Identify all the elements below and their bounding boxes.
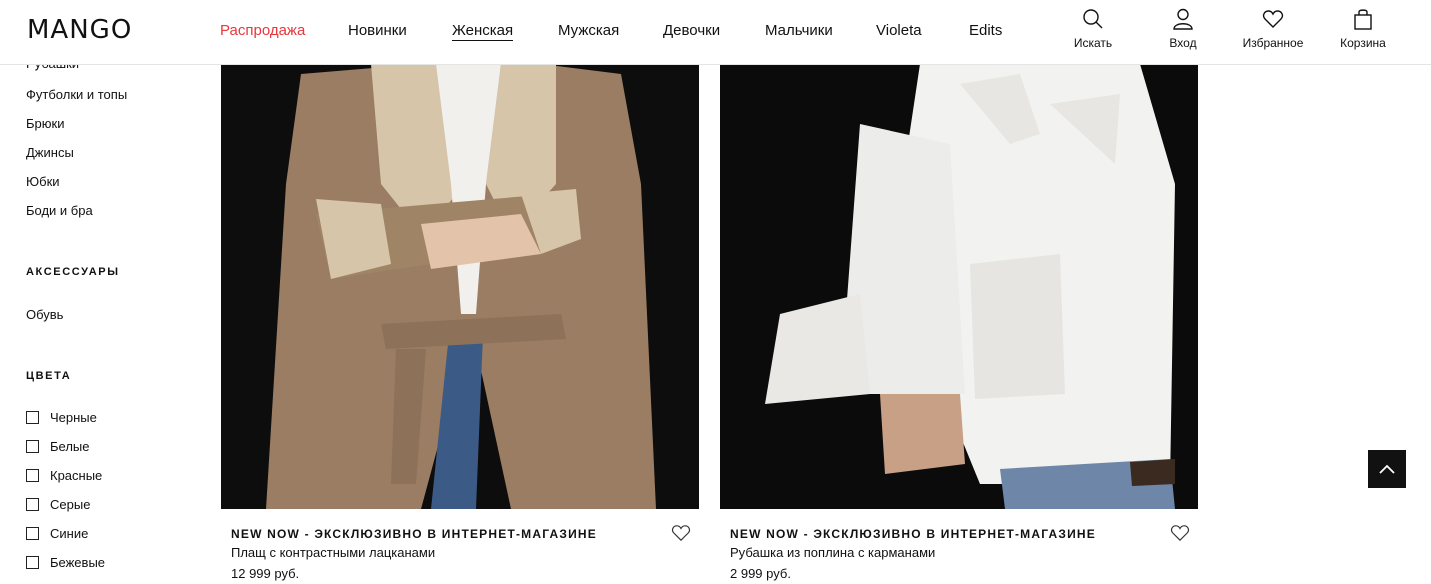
add-to-favorites-button[interactable]	[1170, 524, 1190, 547]
favorites-label: Избранное	[1242, 36, 1304, 50]
product-photo-white-shirt	[720, 64, 1198, 509]
nav-item-women[interactable]: Женская	[452, 22, 514, 41]
site-header: MANGO Распродажа Новинки Женская Мужская…	[0, 0, 1431, 65]
nav-item-boys[interactable]: Мальчики	[765, 22, 833, 39]
checkbox[interactable]	[26, 469, 39, 482]
color-label: Красные	[50, 468, 103, 483]
checkbox[interactable]	[26, 527, 39, 540]
sidebar-item-trousers[interactable]: Брюки	[26, 116, 64, 131]
product-name[interactable]: Рубашка из поплина с карманами	[730, 545, 935, 560]
login-button[interactable]: Вход	[1138, 8, 1228, 50]
color-filter-blue[interactable]: Синие	[26, 526, 88, 541]
color-label: Синие	[50, 526, 89, 541]
product-image[interactable]	[221, 64, 699, 509]
color-filter-black[interactable]: Черные	[26, 410, 97, 425]
cart-label: Корзина	[1340, 36, 1386, 50]
search-label: Искать	[1073, 36, 1113, 50]
nav-item-girls[interactable]: Девочки	[663, 22, 720, 39]
sidebar-item-tshirts[interactable]: Футболки и топы	[26, 87, 127, 102]
cart-button[interactable]: Корзина	[1318, 8, 1408, 50]
checkbox[interactable]	[26, 411, 39, 424]
color-filter-red[interactable]: Красные	[26, 468, 102, 483]
bag-icon	[1354, 9, 1372, 30]
checkbox[interactable]	[26, 440, 39, 453]
color-label: Серые	[50, 497, 91, 512]
heart-icon	[1262, 10, 1284, 28]
color-label: Белые	[50, 439, 90, 454]
colors-heading: ЦВЕТА	[26, 370, 72, 382]
nav-item-edits[interactable]: Edits	[969, 22, 1002, 39]
sidebar-item-skirts[interactable]: Юбки	[26, 174, 60, 189]
product-tag: NEW NOW - ЭКСКЛЮЗИВНО В ИНТЕРНЕТ-МАГАЗИН…	[730, 527, 1096, 541]
product-card: NEW NOW - ЭКСКЛЮЗИВНО В ИНТЕРНЕТ-МАГАЗИН…	[221, 64, 699, 581]
add-to-favorites-button[interactable]	[671, 524, 691, 547]
user-icon	[1173, 8, 1193, 30]
sidebar-item-bodies[interactable]: Боди и бра	[26, 203, 93, 218]
color-label: Бежевые	[50, 555, 106, 570]
login-label: Вход	[1169, 36, 1197, 50]
color-filter-grey[interactable]: Серые	[26, 497, 90, 512]
accessories-heading: АКСЕССУАРЫ	[26, 266, 120, 278]
color-label: Черные	[50, 410, 97, 425]
search-button[interactable]: Искать	[1048, 8, 1138, 50]
heart-icon	[671, 525, 691, 542]
nav-item-new[interactable]: Новинки	[348, 22, 407, 39]
sidebar-item-shoes[interactable]: Обувь	[26, 307, 63, 322]
product-image[interactable]	[720, 64, 1198, 509]
product-price: 2 999 руб.	[730, 566, 791, 581]
product-card: NEW NOW - ЭКСКЛЮЗИВНО В ИНТЕРНЕТ-МАГАЗИН…	[720, 64, 1198, 581]
nav-item-men[interactable]: Мужская	[558, 22, 619, 39]
brand-logo[interactable]: MANGO	[27, 15, 132, 45]
product-tag: NEW NOW - ЭКСКЛЮЗИВНО В ИНТЕРНЕТ-МАГАЗИН…	[231, 527, 597, 541]
nav-item-violeta[interactable]: Violeta	[876, 22, 922, 39]
product-price: 12 999 руб.	[231, 566, 300, 581]
back-to-top-button[interactable]	[1368, 450, 1406, 488]
product-name[interactable]: Плащ с контрастными лацканами	[231, 545, 435, 560]
color-filter-white[interactable]: Белые	[26, 439, 90, 454]
chevron-up-icon	[1379, 464, 1395, 474]
product-photo-trench-coat	[221, 64, 699, 509]
color-filter-beige[interactable]: Бежевые	[26, 555, 105, 570]
sidebar-item-jeans[interactable]: Джинсы	[26, 145, 74, 160]
checkbox[interactable]	[26, 556, 39, 569]
favorites-button[interactable]: Избранное	[1228, 8, 1318, 50]
heart-icon	[1170, 525, 1190, 542]
search-icon	[1083, 9, 1103, 29]
checkbox[interactable]	[26, 498, 39, 511]
nav-item-sale[interactable]: Распродажа	[220, 22, 305, 39]
